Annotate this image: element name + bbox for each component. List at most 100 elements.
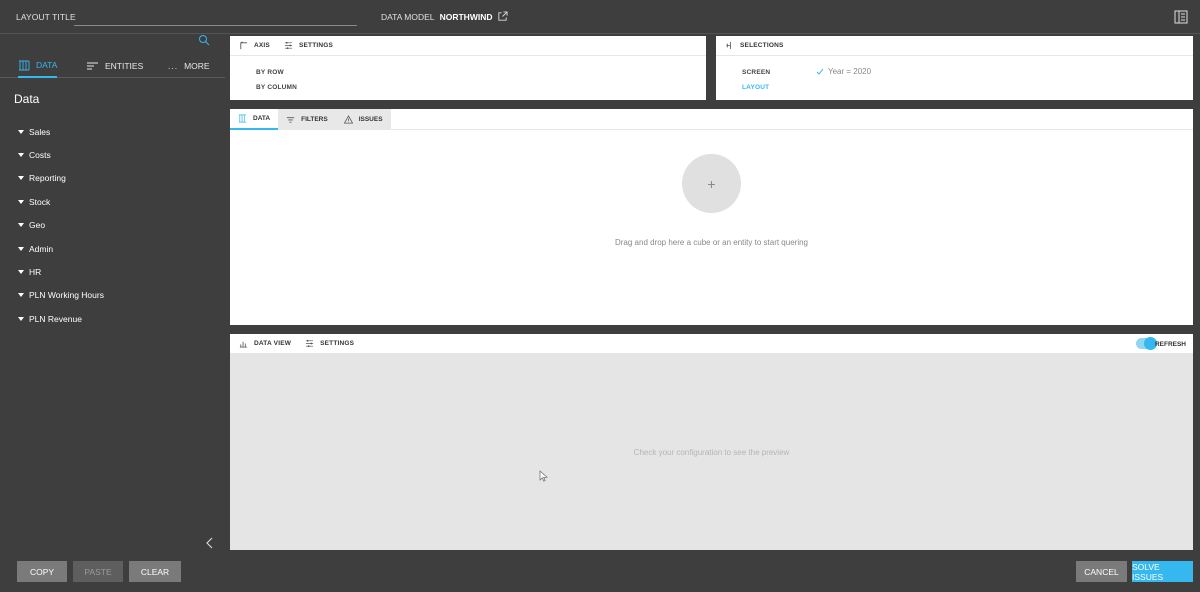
- tab-axis[interactable]: AXIS: [239, 41, 270, 50]
- copy-button[interactable]: COPY: [17, 561, 67, 582]
- layout-title-label: LAYOUT TITLE: [16, 12, 76, 22]
- tab-data-view-settings-label: SETTINGS: [320, 340, 355, 347]
- layout-selection-label[interactable]: LAYOUT: [742, 84, 769, 91]
- tab-data[interactable]: DATA: [18, 54, 58, 78]
- sidebar-tabs: DATA ENTITIES ... MORE: [0, 54, 225, 78]
- selections-panel: SELECTIONS SCREEN LAYOUT Year = 2020: [716, 36, 1193, 100]
- cube-icon: [238, 114, 247, 123]
- tree-item-label: PLN Revenue: [29, 313, 82, 324]
- preview-hint: Check your configuration to see the prev…: [633, 448, 790, 457]
- filter-lines-icon: [286, 117, 295, 123]
- tree-item-label: PLN Working Hours: [29, 290, 104, 301]
- caret-down-icon: [18, 129, 24, 134]
- tab-selections-label: SELECTIONS: [740, 42, 784, 49]
- clear-button[interactable]: CLEAR: [129, 561, 181, 582]
- caret-down-icon: [18, 153, 24, 158]
- external-link-icon[interactable]: [497, 11, 508, 22]
- data-preview-area: Check your configuration to see the prev…: [230, 354, 1193, 550]
- tree-item-label: Reporting: [29, 173, 66, 184]
- tree-item[interactable]: PLN Working Hours: [18, 284, 104, 307]
- axis-panel: AXIS SETTINGS BY ROW BY COLUMN: [230, 36, 706, 100]
- tab-query-data[interactable]: DATA: [230, 109, 279, 130]
- tree-item-label: Geo: [29, 220, 46, 231]
- refresh-label: REFRESH: [1154, 341, 1186, 348]
- tab-query-issues-label: ISSUES: [358, 116, 383, 123]
- data-view-panel: DATA VIEW SETTINGS REFRESH Check your co…: [230, 334, 1193, 550]
- mouse-cursor-icon: [539, 470, 548, 482]
- data-model-name: NORTHWIND: [439, 12, 493, 22]
- axis-panel-header: AXIS SETTINGS: [230, 36, 706, 56]
- data-tree: Sales Costs Reporting Stock Geo Admin HR…: [18, 120, 104, 331]
- data-model-label: DATA MODEL: [381, 12, 435, 22]
- tree-item[interactable]: PLN Revenue: [18, 307, 104, 330]
- check-icon: [816, 68, 824, 75]
- tab-query-issues[interactable]: ISSUES: [335, 109, 391, 130]
- caret-down-icon: [18, 293, 24, 298]
- tab-query-filters-label: FILTERS: [301, 116, 328, 123]
- by-row-dropzone[interactable]: BY ROW: [256, 69, 284, 76]
- tree-item-label: Stock: [29, 196, 51, 207]
- chevron-left-icon[interactable]: [205, 537, 215, 549]
- screen-selection-label[interactable]: SCREEN: [742, 69, 770, 76]
- sidebar: DATA ENTITIES ... MORE Data Sales Costs …: [0, 34, 225, 556]
- cancel-button[interactable]: CANCEL: [1076, 561, 1127, 582]
- plus-icon: +: [707, 175, 716, 192]
- by-column-dropzone[interactable]: BY COLUMN: [256, 84, 297, 91]
- cube-icon: [19, 60, 30, 70]
- tree-item-label: Costs: [29, 150, 51, 161]
- solve-issues-button[interactable]: SOLVE ISSUES: [1132, 561, 1193, 582]
- data-query-panel: DATA FILTERS ISSUES + Drag and drop here…: [230, 109, 1193, 325]
- list-lines-icon: [87, 62, 98, 70]
- caret-down-icon: [18, 199, 24, 204]
- add-entity-button[interactable]: +: [682, 154, 741, 213]
- tree-item[interactable]: Geo: [18, 214, 104, 237]
- tab-axis-settings[interactable]: SETTINGS: [284, 41, 333, 50]
- search-icon[interactable]: [198, 34, 210, 46]
- tree-item-label: HR: [29, 267, 42, 278]
- selections-panel-header: SELECTIONS: [716, 36, 1193, 56]
- selection-filter-icon: [726, 41, 731, 50]
- drop-hint: Drag and drop here a cube or an entity t…: [614, 238, 808, 247]
- tree-item[interactable]: HR: [18, 260, 104, 283]
- data-model-info: DATA MODEL NORTHWIND: [381, 12, 492, 22]
- tree-item[interactable]: Costs: [18, 143, 104, 166]
- tree-item[interactable]: Reporting: [18, 167, 104, 190]
- caret-down-icon: [18, 223, 24, 228]
- tab-entities-label: ENTITIES: [105, 61, 144, 71]
- tab-query-filters[interactable]: FILTERS: [278, 109, 336, 130]
- tab-data-view-settings[interactable]: SETTINGS: [305, 339, 354, 348]
- tab-data-label: DATA: [36, 60, 58, 70]
- tree-item[interactable]: Sales: [18, 120, 104, 143]
- caret-down-icon: [18, 270, 24, 275]
- tree-item-label: Sales: [29, 126, 51, 137]
- layout-panel-icon[interactable]: [1174, 10, 1188, 24]
- data-view-header: DATA VIEW SETTINGS: [230, 334, 1193, 354]
- caret-down-icon: [18, 316, 24, 321]
- paste-button[interactable]: PASTE: [73, 561, 123, 582]
- screen-selection-value[interactable]: Year = 2020: [816, 67, 871, 76]
- tab-axis-settings-label: SETTINGS: [298, 42, 334, 49]
- layout-title-input[interactable]: [74, 10, 357, 26]
- tab-axis-label: AXIS: [254, 42, 270, 49]
- tab-data-view-label: DATA VIEW: [254, 340, 292, 347]
- tree-item-label: Admin: [29, 243, 54, 254]
- caret-down-icon: [18, 246, 24, 251]
- refresh-toggle[interactable]: [1136, 337, 1157, 350]
- tree-item[interactable]: Stock: [18, 190, 104, 213]
- top-bar: LAYOUT TITLE DATA MODEL NORTHWIND: [0, 0, 1200, 34]
- tab-query-data-label: DATA: [253, 115, 271, 122]
- sliders-icon: [284, 41, 293, 50]
- tab-more[interactable]: ... MORE: [168, 54, 210, 78]
- axis-icon: [240, 41, 248, 50]
- tree-item[interactable]: Admin: [18, 237, 104, 260]
- screen-selection-text: Year = 2020: [828, 67, 872, 76]
- caret-down-icon: [18, 176, 24, 181]
- tab-entities[interactable]: ENTITIES: [86, 54, 143, 78]
- tab-selections[interactable]: SELECTIONS: [725, 41, 784, 50]
- warning-icon: [343, 115, 353, 124]
- ellipsis-icon: ...: [168, 61, 179, 71]
- bar-chart-icon: [239, 341, 248, 348]
- data-query-tabs: DATA FILTERS ISSUES: [230, 109, 1193, 130]
- sidebar-heading: Data: [14, 92, 40, 106]
- tab-data-view[interactable]: DATA VIEW: [239, 339, 291, 348]
